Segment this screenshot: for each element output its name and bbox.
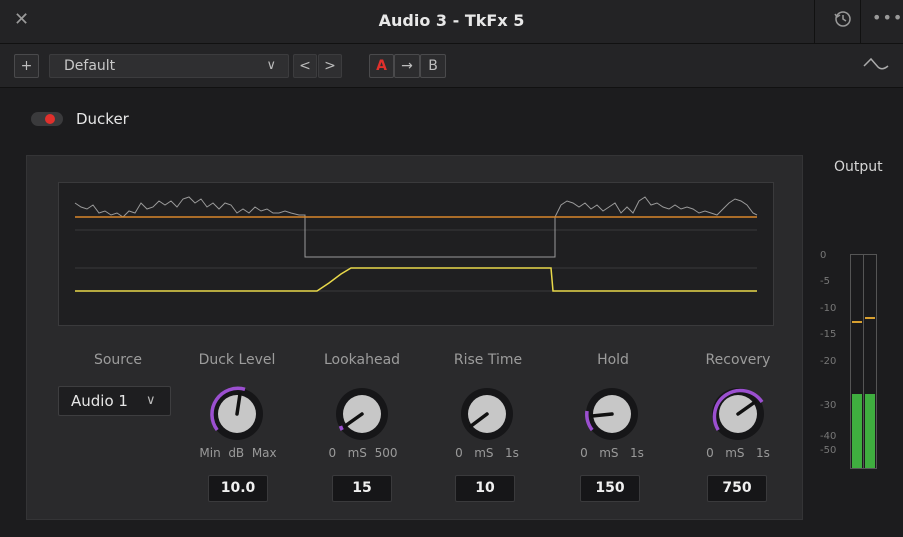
hold-value[interactable]: 150 [580, 475, 640, 502]
lookahead-knob[interactable] [330, 382, 394, 446]
meter-tick: -30 [820, 400, 837, 411]
rise-time-scale: 0 mS 1s [455, 446, 519, 460]
add-preset-button[interactable]: + [14, 54, 39, 78]
hold-knob[interactable] [580, 382, 644, 446]
lookahead-value[interactable]: 15 [332, 475, 392, 502]
preset-dropdown[interactable]: Default ∨ [49, 54, 289, 78]
recovery-label: Recovery [705, 352, 771, 368]
input-waveform [74, 196, 758, 258]
meter-bar-right [865, 394, 875, 468]
source-value: Audio 1 [71, 392, 128, 410]
meter-tick: -15 [820, 329, 837, 340]
duck-level-scale: Min dB Max [199, 446, 277, 460]
rise-time-value[interactable]: 10 [455, 475, 515, 502]
chevron-down-icon: ∨ [146, 393, 156, 408]
lookahead-scale: 0 mS 500 [328, 446, 398, 460]
copy-a-to-b-button[interactable]: → [394, 54, 420, 78]
source-dropdown[interactable]: Audio 1 ∨ [58, 386, 171, 416]
ducker-enable-toggle[interactable] [31, 112, 63, 126]
title-bar: ✕ Audio 3 - TkFx 5 ••• [0, 0, 903, 44]
meter-bar-left [852, 394, 862, 468]
enabled-indicator [45, 114, 55, 124]
divider [860, 0, 861, 43]
duck-level-knob[interactable] [205, 382, 269, 446]
compare-b-button[interactable]: B [420, 54, 446, 78]
recovery-value[interactable]: 750 [707, 475, 767, 502]
ducking-visualizer [58, 182, 774, 326]
divider [814, 0, 815, 43]
ducker-label: Ducker [76, 110, 129, 128]
compare-a-button[interactable]: A [369, 54, 394, 78]
hold-scale: 0 mS 1s [580, 446, 644, 460]
recovery-knob[interactable] [706, 382, 770, 446]
duck-level-label: Duck Level [198, 352, 276, 368]
source-label: Source [93, 352, 143, 368]
hold-label: Hold [597, 352, 629, 368]
meter-tick: -5 [820, 276, 830, 287]
window-title: Audio 3 - TkFx 5 [378, 11, 525, 30]
chevron-down-icon: ∨ [266, 58, 276, 73]
next-preset-button[interactable]: > [318, 54, 342, 78]
peak-marker-left [852, 321, 862, 323]
curve-view-icon[interactable] [862, 54, 890, 76]
more-options-icon[interactable]: ••• [872, 8, 903, 27]
meter-tick: -20 [820, 356, 837, 367]
rise-time-knob[interactable] [455, 382, 519, 446]
rise-time-label: Rise Time [453, 352, 523, 368]
preset-label: Default [64, 58, 116, 74]
output-meter [850, 254, 877, 469]
lookahead-label: Lookahead [323, 352, 401, 368]
output-label: Output [834, 159, 883, 175]
meter-tick: 0 [820, 250, 827, 261]
meter-tick: -10 [820, 303, 837, 314]
previous-preset-button[interactable]: < [293, 54, 317, 78]
divider [863, 255, 864, 468]
meter-tick: -40 [820, 431, 837, 442]
recovery-scale: 0 mS 1s [706, 446, 770, 460]
duck-level-value[interactable]: 10.0 [208, 475, 268, 502]
peak-marker-right [865, 317, 875, 319]
meter-tick: -50 [820, 445, 837, 456]
history-icon[interactable] [832, 8, 854, 30]
gain-envelope [75, 267, 757, 292]
